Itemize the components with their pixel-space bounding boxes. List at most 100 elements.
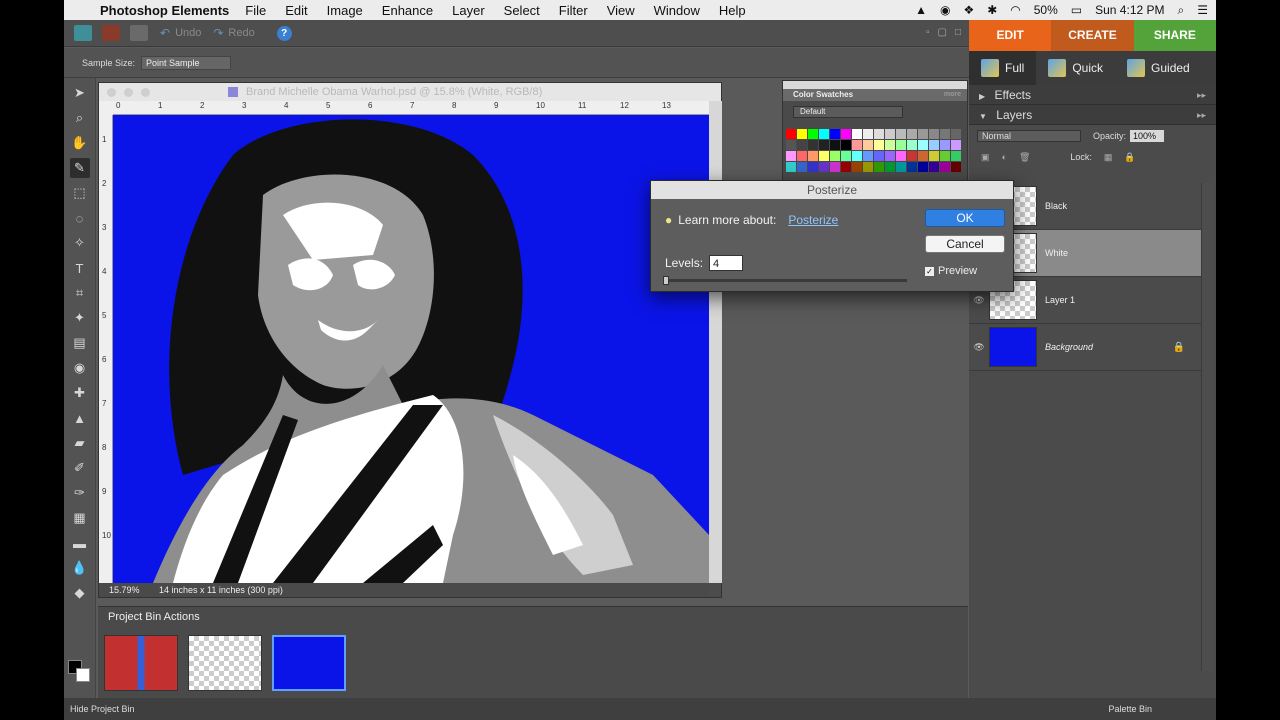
- color-swatch[interactable]: [819, 151, 829, 161]
- horizontal-ruler[interactable]: 0 1 2 3 4 5 6 7 8 9 10 11 12 13: [113, 101, 709, 115]
- bin-thumbnail[interactable]: [104, 635, 178, 691]
- eyedropper-tool-icon[interactable]: ✎: [69, 158, 90, 178]
- bluetooth-icon[interactable]: ✱: [987, 3, 997, 17]
- color-swatch[interactable]: [808, 140, 818, 150]
- background-color-swatch[interactable]: [76, 668, 90, 682]
- shape-tool-icon[interactable]: ▬: [70, 533, 90, 553]
- color-swatch[interactable]: [786, 129, 796, 139]
- color-swatch[interactable]: [896, 162, 906, 172]
- panel-menu-icon[interactable]: ▸▸: [1197, 85, 1206, 105]
- swatch-set-select[interactable]: Default: [793, 106, 903, 118]
- color-swatch[interactable]: [797, 140, 807, 150]
- adjustment-layer-icon[interactable]: ◐: [1002, 152, 1007, 162]
- color-swatch[interactable]: [841, 151, 851, 161]
- color-swatch[interactable]: [830, 140, 840, 150]
- hand-tool-icon[interactable]: ✋: [70, 133, 90, 153]
- eraser-tool-icon[interactable]: ▰: [70, 433, 90, 453]
- menu-filter[interactable]: Filter: [559, 3, 588, 18]
- tab-edit[interactable]: EDIT: [969, 20, 1052, 51]
- color-swatch[interactable]: [918, 129, 928, 139]
- color-swatch[interactable]: [885, 151, 895, 161]
- lock-transparency-icon[interactable]: ▦: [1104, 152, 1113, 163]
- straighten-tool-icon[interactable]: ▤: [70, 333, 90, 353]
- menu-edit[interactable]: Edit: [285, 3, 307, 18]
- color-swatch[interactable]: [841, 162, 851, 172]
- visibility-eye-icon[interactable]: 👁: [969, 295, 989, 306]
- magic-wand-tool-icon[interactable]: ✧: [70, 233, 90, 253]
- color-swatch[interactable]: [819, 140, 829, 150]
- menu-enhance[interactable]: Enhance: [382, 3, 433, 18]
- preview-checkbox[interactable]: ✓ Preview: [925, 265, 977, 277]
- restore-icon[interactable]: ▢: [938, 27, 947, 38]
- posterize-help-link[interactable]: Posterize: [788, 213, 838, 227]
- color-swatch[interactable]: [940, 151, 950, 161]
- color-swatch[interactable]: [885, 129, 895, 139]
- sync-icon[interactable]: ◉: [940, 3, 950, 17]
- swatches-panel-titlebar[interactable]: [783, 81, 967, 89]
- spotlight-search-icon[interactable]: ⌕: [1178, 3, 1185, 18]
- app-name-menu[interactable]: Photoshop Elements: [100, 3, 229, 18]
- marquee-tool-icon[interactable]: ⬚: [70, 183, 90, 203]
- lock-all-icon[interactable]: 🔒: [1124, 152, 1135, 163]
- crop-tool-icon[interactable]: ⌗: [70, 283, 90, 303]
- notification-center-icon[interactable]: ☰: [1197, 3, 1208, 17]
- color-swatch[interactable]: [940, 140, 950, 150]
- opacity-field[interactable]: 100%: [1130, 130, 1165, 142]
- color-swatch[interactable]: [841, 140, 851, 150]
- gradient-tool-icon[interactable]: ▦: [70, 508, 90, 528]
- color-swatch[interactable]: [874, 129, 884, 139]
- zoom-tool-icon[interactable]: ⌕: [70, 108, 90, 128]
- bin-thumbnail[interactable]: [272, 635, 346, 691]
- levels-slider[interactable]: [663, 276, 907, 285]
- color-swatch[interactable]: [951, 151, 961, 161]
- color-swatch[interactable]: [940, 129, 950, 139]
- color-swatch[interactable]: [874, 140, 884, 150]
- menu-window[interactable]: Window: [654, 3, 700, 18]
- close-doc-icon[interactable]: [107, 87, 116, 97]
- minimize-doc-icon[interactable]: [124, 87, 133, 97]
- color-swatch[interactable]: [852, 151, 862, 161]
- lasso-tool-icon[interactable]: ◌: [70, 208, 90, 228]
- red-eye-tool-icon[interactable]: ◉: [70, 358, 90, 378]
- ok-button[interactable]: OK: [925, 209, 1005, 227]
- minimize-icon[interactable]: ▫: [926, 27, 930, 38]
- color-swatch[interactable]: [885, 162, 895, 172]
- sponge-tool-icon[interactable]: ◆: [70, 583, 90, 603]
- cookie-cutter-tool-icon[interactable]: ✦: [70, 308, 90, 328]
- hide-project-bin-button[interactable]: Hide Project Bin: [70, 704, 135, 714]
- menu-image[interactable]: Image: [327, 3, 363, 18]
- menu-layer[interactable]: Layer: [452, 3, 485, 18]
- color-swatch[interactable]: [786, 162, 796, 172]
- clone-stamp-tool-icon[interactable]: ▲: [70, 408, 90, 428]
- blur-tool-icon[interactable]: 💧: [70, 558, 90, 578]
- color-swatch[interactable]: [808, 129, 818, 139]
- color-swatch[interactable]: [951, 140, 961, 150]
- zoom-doc-icon[interactable]: [141, 87, 150, 97]
- effects-section-header[interactable]: ▶ Effects ▸▸: [969, 85, 1216, 105]
- layers-section-header[interactable]: ▼ Layers ▸▸: [969, 105, 1216, 125]
- color-swatch[interactable]: [907, 162, 917, 172]
- color-swatch[interactable]: [951, 162, 961, 172]
- tab-share[interactable]: SHARE: [1133, 20, 1216, 51]
- color-swatch[interactable]: [852, 162, 862, 172]
- google-drive-icon[interactable]: ▲: [915, 3, 927, 17]
- mode-full[interactable]: Full: [969, 51, 1037, 85]
- color-swatch[interactable]: [951, 129, 961, 139]
- levels-input[interactable]: 4: [709, 255, 744, 271]
- battery-icon[interactable]: ▭: [1071, 3, 1082, 17]
- layer-row-background[interactable]: 👁 Background 🔒: [969, 324, 1201, 371]
- healing-brush-tool-icon[interactable]: ✚: [70, 383, 90, 403]
- delete-layer-icon[interactable]: 🗑: [1019, 152, 1030, 163]
- color-swatch[interactable]: [896, 129, 906, 139]
- color-swatch[interactable]: [918, 151, 928, 161]
- maximize-icon[interactable]: □: [955, 27, 961, 38]
- dialog-title[interactable]: Posterize: [651, 181, 1013, 199]
- menu-select[interactable]: Select: [504, 3, 540, 18]
- color-swatch[interactable]: [896, 140, 906, 150]
- save-icon[interactable]: [130, 25, 148, 41]
- image-canvas[interactable]: [113, 115, 709, 583]
- menu-file[interactable]: File: [245, 3, 266, 18]
- color-swatch[interactable]: [841, 129, 851, 139]
- wifi-icon[interactable]: ◠: [1010, 3, 1020, 17]
- layer-lock-icon[interactable]: 🔒: [1173, 342, 1185, 353]
